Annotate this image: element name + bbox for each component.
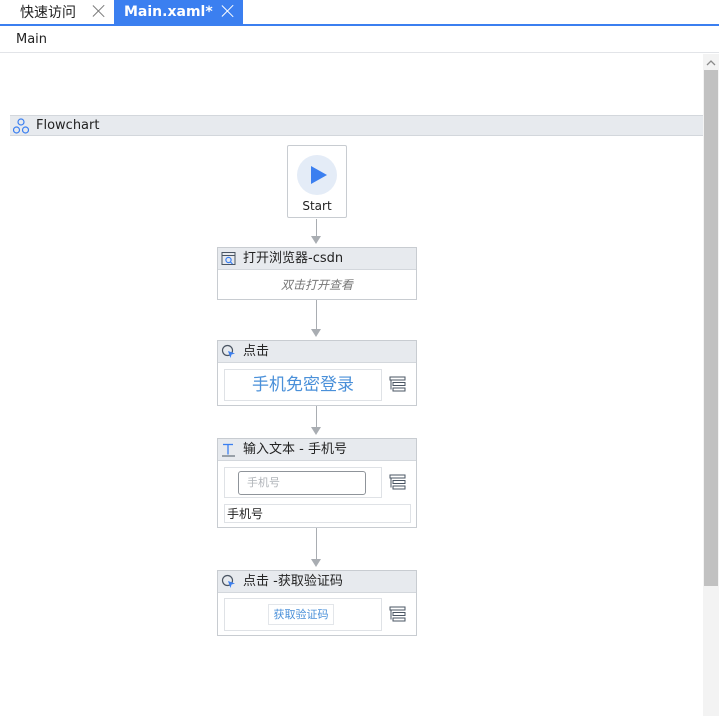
element-screenshot-preview[interactable]: 获取验证码 [224,598,382,631]
close-icon[interactable] [92,4,106,18]
connector-arrow [311,329,321,337]
activity-open-browser[interactable]: 打开浏览器-csdn 双击打开查看 [217,247,417,300]
activity-title: 点击 -获取验证码 [243,574,343,589]
flowchart-title: Flowchart [36,118,100,133]
text-input-icon [222,443,235,457]
click-target-icon [221,344,235,358]
flowchart-icon [13,118,29,134]
activity-header[interactable]: 点击 -获取验证码 [218,571,416,593]
tab-quick-access[interactable]: 快速访问 [0,0,114,24]
tab-main-xaml[interactable]: Main.xaml* [114,0,243,24]
get-code-button-preview: 获取验证码 [268,604,334,625]
breadcrumb[interactable]: Main [0,26,719,53]
activity-click-get-code[interactable]: 点击 -获取验证码 获取验证码 [217,570,417,636]
tab-label: 快速访问 [20,5,76,21]
element-screenshot-preview[interactable]: 手机号 [224,467,382,498]
connector-line[interactable] [315,219,317,236]
connector-line[interactable] [315,528,317,559]
activity-title: 打开浏览器-csdn [243,251,344,266]
connector-arrow [311,427,321,435]
activity-header[interactable]: 点击 [218,341,416,363]
properties-list-icon[interactable] [389,376,407,392]
connector-line[interactable] [315,300,317,329]
element-screenshot-preview[interactable]: 手机免密登录 [224,369,382,401]
activity-hint[interactable]: 双击打开查看 [218,270,416,299]
phone-input-preview: 手机号 [238,471,366,495]
flowchart-header[interactable]: Flowchart [10,115,703,136]
connector-arrow [311,236,321,244]
activity-title: 输入文本 - 手机号 [243,442,347,457]
activity-click[interactable]: 点击 手机免密登录 [217,340,417,406]
start-label: Start [302,199,332,213]
text-value-field[interactable]: 手机号 [224,504,411,523]
activity-title: 点击 [243,344,270,359]
scroll-up-arrow-icon[interactable] [706,58,716,68]
browser-icon [221,252,236,265]
play-icon [311,166,327,184]
properties-list-icon[interactable] [389,474,407,490]
click-target-icon [221,574,235,588]
scrollbar-thumb[interactable] [704,70,718,586]
tab-bar: 快速访问 Main.xaml* [0,0,719,26]
connector-arrow [311,559,321,567]
tab-label: Main.xaml* [124,4,213,20]
connector-line[interactable] [315,406,317,427]
activity-header[interactable]: 输入文本 - 手机号 [218,439,416,461]
close-icon[interactable] [221,4,235,18]
activity-header[interactable]: 打开浏览器-csdn [218,248,416,270]
activity-type-text[interactable]: 输入文本 - 手机号 手机号 手机号 [217,438,417,528]
properties-list-icon[interactable] [389,606,407,622]
